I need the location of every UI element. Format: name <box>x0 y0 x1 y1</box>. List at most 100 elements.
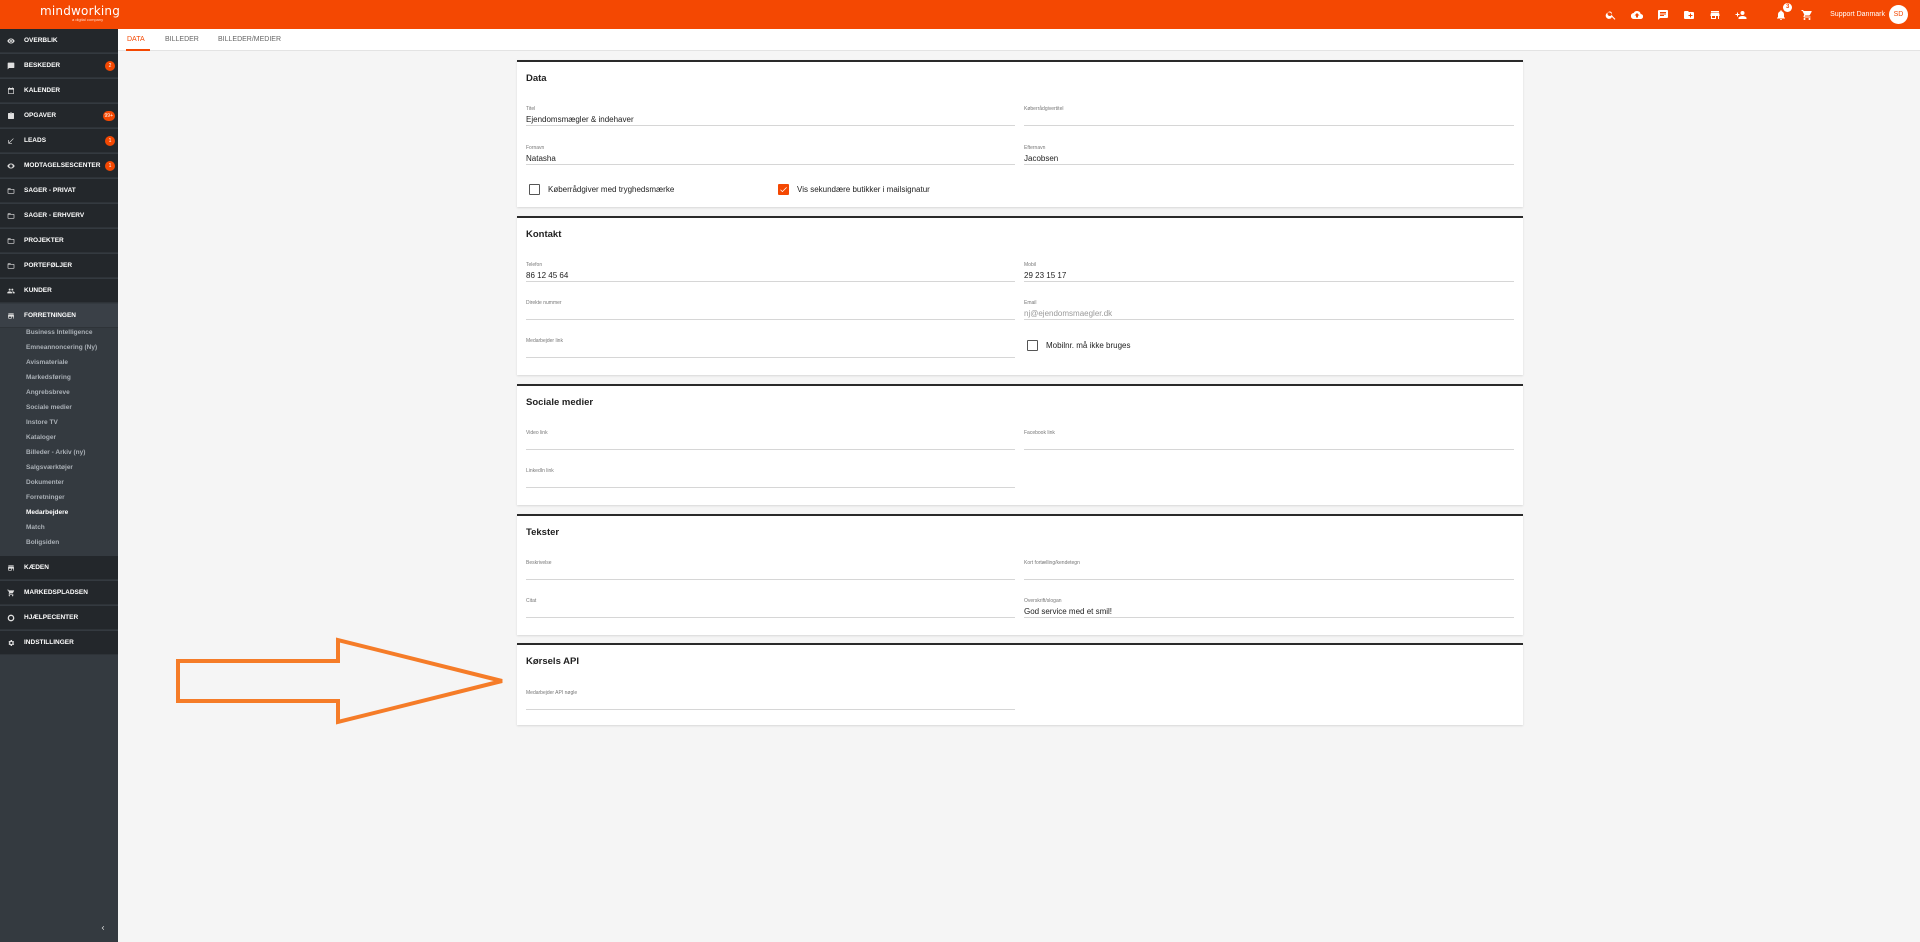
sidebar-item-label: LEADS <box>24 137 47 144</box>
beskrivelse-field[interactable]: Beskrivelse <box>526 560 1015 580</box>
sidebar-item-leads[interactable]: LEADS 1 <box>0 129 118 153</box>
submenu-item-active[interactable]: Medarbejdere <box>26 509 68 516</box>
notifications-icon[interactable]: 3 <box>1768 0 1794 29</box>
facebook-link-field[interactable]: Facebook link <box>1024 430 1514 450</box>
app-logo[interactable]: mindworking <box>40 5 120 17</box>
citat-field[interactable]: Citat <box>526 598 1015 618</box>
tab-bar: DATA BILLEDER BILLEDER/MEDIER <box>118 29 1920 51</box>
person-add-icon[interactable] <box>1728 0 1754 29</box>
sidebar-item-projekter[interactable]: PROJEKTER <box>0 229 118 253</box>
sidebar-item-overblik[interactable]: OVERBLIK <box>0 29 118 53</box>
sekundaere-butikker-checkbox[interactable]: Vis sekundære butikker i mailsignatur <box>778 184 930 195</box>
sidebar-item-forretningen[interactable]: FORRETNINGEN <box>0 304 118 328</box>
mobil-field[interactable]: Mobil 29 23 15 17 <box>1024 262 1514 282</box>
people-icon <box>7 287 15 295</box>
chain-store-icon <box>7 564 15 572</box>
sidebar-item-kaeden[interactable]: KÆDEN <box>0 556 118 580</box>
sidebar-item-sager-privat[interactable]: SAGER - PRIVAT <box>0 179 118 203</box>
sidebar-item-label: KALENDER <box>24 87 61 94</box>
app-logo-tagline: a digital company <box>72 17 104 22</box>
field-label: Mobil <box>1024 262 1036 268</box>
tab-data[interactable]: DATA <box>127 36 145 43</box>
submenu-item[interactable]: Dokumenter <box>26 479 64 486</box>
sidebar-item-label: MODTAGELSESCENTER <box>24 162 101 169</box>
field-value: 29 23 15 17 <box>1024 271 1067 280</box>
tab-billeder-medier[interactable]: BILLEDER/MEDIER <box>218 36 281 43</box>
folder-icon <box>7 212 15 220</box>
field-label: Køberrådgivertitel <box>1024 106 1064 112</box>
store-icon[interactable] <box>1702 0 1728 29</box>
submenu-item[interactable]: Forretninger <box>26 494 65 501</box>
cart-icon[interactable] <box>1794 0 1820 29</box>
sidebar-item-beskeder[interactable]: BESKEDER 2 <box>0 54 118 78</box>
medarbejder-link-field[interactable]: Medarbejder link <box>526 338 1015 358</box>
field-label: Facebook link <box>1024 430 1055 436</box>
sidebar-item-label: MARKEDSPLADSEN <box>24 589 88 596</box>
telefon-field[interactable]: Telefon 86 12 45 64 <box>526 262 1015 282</box>
submenu-item[interactable]: Boligsiden <box>26 539 59 546</box>
sidebar-item-label: SAGER - ERHVERV <box>24 212 85 219</box>
clipboard-icon <box>7 111 15 120</box>
sidebar-item-kalender[interactable]: KALENDER <box>0 79 118 103</box>
field-value: Ejendomsmægler & indehaver <box>526 115 634 124</box>
direkte-nummer-field[interactable]: Direkte nummer <box>526 300 1015 320</box>
sidebar-item-sager-erhverv[interactable]: SAGER - ERHVERV <box>0 204 118 228</box>
linkedin-link-field[interactable]: LinkedIn link <box>526 468 1015 488</box>
sidebar-item-label: BESKEDER <box>24 62 61 69</box>
collapse-sidebar-button[interactable] <box>97 922 109 934</box>
checkbox-checked[interactable] <box>778 184 789 195</box>
fornavn-field[interactable]: Fornavn Natasha <box>526 145 1015 165</box>
overskrift-slogan-field[interactable]: Overskrift/slogan God service med et smi… <box>1024 598 1514 618</box>
submenu-item[interactable]: Sociale medier <box>26 404 72 411</box>
field-label: Titel <box>526 106 536 112</box>
tab-billeder[interactable]: BILLEDER <box>165 36 199 43</box>
api-noegle-field[interactable]: Medarbejder API nøgle <box>526 690 1015 710</box>
submenu-item[interactable]: Instore TV <box>26 419 58 426</box>
titel-field[interactable]: Titel Ejendomsmægler & indehaver <box>526 106 1015 126</box>
sidebar-item-markedspladsen[interactable]: MARKEDSPLADSEN <box>0 581 118 605</box>
sidebar-item-modtagelsescenter[interactable]: MODTAGELSESCENTER 1 <box>0 154 118 178</box>
submenu-item[interactable]: Business Intelligence <box>26 329 92 336</box>
submenu-item[interactable]: Match <box>26 524 45 531</box>
user-name[interactable]: Support Danmark <box>1830 11 1885 18</box>
submenu-item[interactable]: Angrebsbreve <box>26 389 70 396</box>
field-label: Email <box>1024 300 1037 306</box>
field-label: LinkedIn link <box>526 468 554 474</box>
chat-icon[interactable] <box>1650 0 1676 29</box>
field-label: Telefon <box>526 262 543 268</box>
email-field[interactable]: Email nj@ejendomsmaegler.dk <box>1024 300 1514 320</box>
folder-add-icon[interactable] <box>1676 0 1702 29</box>
kort-fortaelling-field[interactable]: Kort fortælling/kendetegn <box>1024 560 1514 580</box>
active-tab-indicator <box>126 49 150 51</box>
submenu-item[interactable]: Kataloger <box>26 434 56 441</box>
submenu-item[interactable]: Emneannoncering (Ny) <box>26 344 97 351</box>
cloud-upload-icon[interactable] <box>1624 0 1650 29</box>
sidebar-item-opgaver[interactable]: OPGAVER 99+ <box>0 104 118 128</box>
koberradgivertitel-field[interactable]: Køberrådgivertitel <box>1024 106 1514 126</box>
section-sociale-medier: Sociale medier Video link Facebook link … <box>517 384 1523 505</box>
checkbox-unchecked[interactable] <box>529 184 540 195</box>
sidebar-item-kunder[interactable]: KUNDER <box>0 279 118 303</box>
avatar[interactable]: SD <box>1889 5 1908 24</box>
search-icon[interactable] <box>1598 0 1624 29</box>
arrow-in-icon <box>7 137 15 145</box>
check-icon <box>780 187 787 193</box>
efternavn-field[interactable]: Efternavn Jacobsen <box>1024 145 1514 165</box>
section-title: Kørsels API <box>526 656 579 667</box>
checkbox-unchecked[interactable] <box>1027 340 1038 351</box>
checkbox-label: Vis sekundære butikker i mailsignatur <box>797 185 930 194</box>
mobilnr-checkbox[interactable]: Mobilnr. må ikke bruges <box>1027 340 1130 351</box>
submenu-item[interactable]: Billeder - Arkiv (ny) <box>26 449 85 456</box>
field-label: Medarbejder API nøgle <box>526 690 578 696</box>
submenu-item[interactable]: Avismateriale <box>26 359 68 366</box>
sidebar-item-indstillinger[interactable]: INDSTILLINGER <box>0 631 118 655</box>
sidebar-item-portefoljer[interactable]: PORTEFØLJER <box>0 254 118 278</box>
submenu-item[interactable]: Markedsføring <box>26 374 71 381</box>
help-icon <box>7 614 15 622</box>
section-title: Kontakt <box>526 229 562 240</box>
submenu-item[interactable]: Salgsværktøjer <box>26 464 73 471</box>
video-link-field[interactable]: Video link <box>526 430 1015 450</box>
sidebar-item-hjaelpecenter[interactable]: HJÆLPECENTER <box>0 606 118 630</box>
tryghedsmaerke-checkbox[interactable]: Køberrådgiver med tryghedsmærke <box>529 184 674 195</box>
field-value: Natasha <box>526 154 556 163</box>
